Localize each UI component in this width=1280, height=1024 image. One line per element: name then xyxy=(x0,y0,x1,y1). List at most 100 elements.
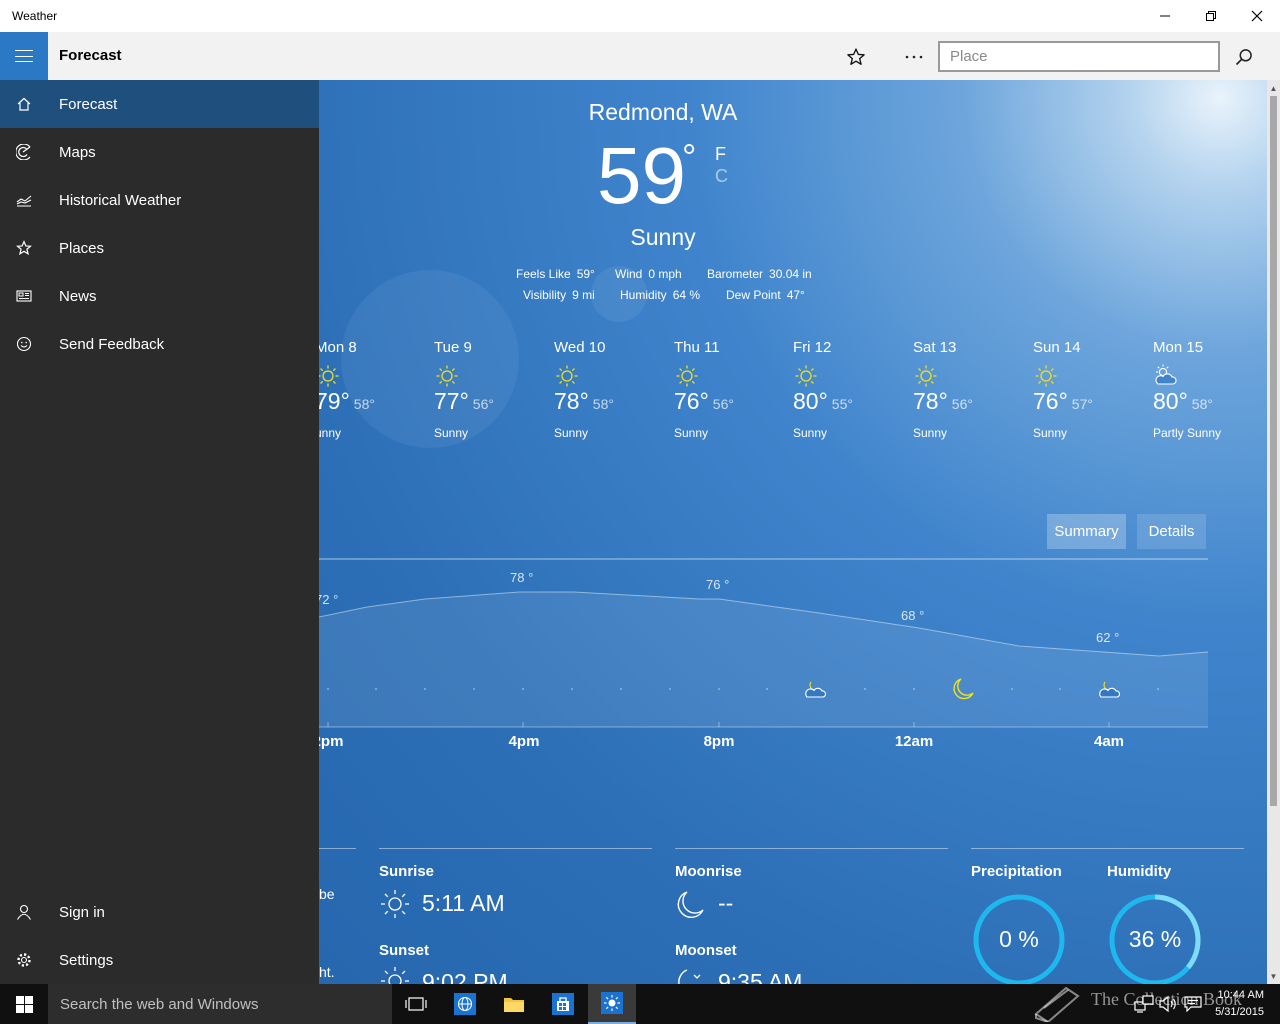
precipitation-label: Precipitation xyxy=(971,863,1062,880)
day-high: 78° 58° xyxy=(554,388,614,414)
smiley-icon xyxy=(0,320,48,368)
daily-forecast-item[interactable]: Fri 12 80° 55° Sunny xyxy=(793,339,903,440)
store-icon xyxy=(552,993,574,1015)
hourly-temp-label: 76 ° xyxy=(706,577,730,592)
place-search-input[interactable] xyxy=(938,41,1220,72)
task-view-icon xyxy=(405,997,427,1011)
scroll-up-arrow-icon[interactable]: ▲ xyxy=(1267,80,1280,96)
taskbar-browser-app[interactable] xyxy=(441,984,489,1024)
section-divider xyxy=(319,848,356,849)
humidity-label: Humidity xyxy=(1107,863,1172,880)
start-button[interactable] xyxy=(0,984,48,1024)
page-title: Forecast xyxy=(59,47,122,64)
sunset-time: 9:02 PM xyxy=(422,969,508,984)
day-low: 58° xyxy=(592,396,614,412)
taskbar: The Collection Book 10:44 AM 5/31/2015 xyxy=(0,984,1280,1024)
clock-time[interactable]: 10:44 AM xyxy=(1200,989,1264,1001)
daily-forecast-item[interactable]: Mon 15 80° 58° Partly Sunny xyxy=(1153,339,1263,440)
volume-icon[interactable] xyxy=(1158,995,1178,1013)
stat-dew-point: Dew Point 47° xyxy=(726,288,805,302)
nav-label: Send Feedback xyxy=(59,335,165,353)
close-button[interactable] xyxy=(1234,0,1280,32)
more-icon xyxy=(905,55,923,59)
nav-label: Sign in xyxy=(59,903,105,921)
scrollbar-thumb[interactable] xyxy=(1270,96,1277,806)
scroll-down-arrow-icon[interactable]: ▼ xyxy=(1267,968,1280,984)
navigation-pane: Forecast Maps Historical Weather Places … xyxy=(0,80,319,984)
sunset-icon xyxy=(381,967,409,984)
day-low: 58° xyxy=(353,396,375,412)
day-condition: Sunny xyxy=(1033,426,1068,440)
task-view-button[interactable] xyxy=(392,984,440,1024)
nav-item-settings[interactable]: Settings xyxy=(0,936,319,984)
window-title: Weather xyxy=(12,9,58,23)
daily-forecast-item[interactable]: Thu 11 76° 56° Sunny xyxy=(674,339,784,440)
daily-forecast-item[interactable]: Sat 13 78° 56° Sunny xyxy=(913,339,1023,440)
more-button[interactable] xyxy=(899,42,929,72)
taskbar-file-explorer-app[interactable] xyxy=(490,984,538,1024)
search-button[interactable] xyxy=(1229,42,1259,72)
nav-item-sign-in[interactable]: Sign in xyxy=(0,888,319,936)
stat-wind: Wind 0 mph xyxy=(615,267,682,281)
sun-icon xyxy=(1035,365,1057,387)
clock-date[interactable]: 5/31/2015 xyxy=(1200,1006,1264,1018)
nav-item-historical-weather[interactable]: Historical Weather xyxy=(0,176,319,224)
tab-summary[interactable]: Summary xyxy=(1047,514,1126,549)
nav-item-forecast[interactable]: Forecast xyxy=(0,80,319,128)
taskbar-store-app[interactable] xyxy=(539,984,587,1024)
hourly-area xyxy=(319,592,1208,727)
partly-sunny-icon xyxy=(1155,364,1177,385)
minimize-icon xyxy=(1160,15,1170,17)
tab-details[interactable]: Details xyxy=(1137,514,1206,549)
title-bar: Weather xyxy=(0,0,1280,32)
day-condition: Sunny xyxy=(674,426,709,440)
day-low: 57° xyxy=(1071,396,1093,412)
hourly-time-label: 2pm xyxy=(319,733,344,750)
nav-item-maps[interactable]: Maps xyxy=(0,128,319,176)
day-high: 80° 58° xyxy=(1153,388,1213,414)
vertical-scrollbar[interactable]: ▲ ▼ xyxy=(1267,80,1280,984)
nav-item-send-feedback[interactable]: Send Feedback xyxy=(0,320,319,368)
star-outline-icon xyxy=(847,48,865,65)
section-divider xyxy=(971,848,1244,849)
day-high: 76° 57° xyxy=(1033,388,1093,414)
hourly-temp-label: 68 ° xyxy=(901,608,925,623)
forecast-content: Redmond, WA 59 ° F C Sunny Feels Like 59°… xyxy=(319,80,1267,984)
nav-label: Settings xyxy=(59,951,114,969)
minimize-button[interactable] xyxy=(1142,0,1188,32)
nav-label: Forecast xyxy=(59,95,118,113)
unit-celsius-toggle[interactable]: C xyxy=(715,166,728,187)
daily-forecast-item[interactable]: Tue 9 77° 56° Sunny xyxy=(434,339,544,440)
nav-label: Historical Weather xyxy=(59,191,182,209)
taskbar-search-input[interactable] xyxy=(48,984,392,1024)
nav-item-news[interactable]: News xyxy=(0,272,319,320)
daily-forecast-item[interactable]: Sun 14 76° 57° Sunny xyxy=(1033,339,1143,440)
favorite-button[interactable] xyxy=(841,42,871,72)
moonset-icon xyxy=(678,969,701,984)
background-bubble xyxy=(341,270,519,448)
current-condition: Sunny xyxy=(630,224,696,250)
degree-symbol: ° xyxy=(682,136,697,177)
sun-icon xyxy=(915,365,937,387)
sun-icon xyxy=(556,365,578,387)
daily-forecast-item[interactable]: Wed 10 78° 58° Sunny xyxy=(554,339,664,440)
folder-icon xyxy=(504,998,524,1012)
unit-fahrenheit-toggle[interactable]: F xyxy=(715,144,726,165)
sunrise-time: 5:11 AM xyxy=(422,890,505,916)
gear-icon xyxy=(0,936,48,984)
day-name: Mon 8 xyxy=(319,339,357,356)
taskbar-weather-app[interactable] xyxy=(588,984,636,1024)
restore-icon xyxy=(1206,11,1216,21)
hourly-temp-label: 78 ° xyxy=(510,570,534,585)
hamburger-button[interactable] xyxy=(0,32,48,80)
maximize-button[interactable] xyxy=(1188,0,1234,32)
network-icon[interactable] xyxy=(1134,995,1154,1013)
stat-visibility: Visibility 9 mi xyxy=(523,288,595,302)
daily-forecast-item[interactable]: Mon 8 79°58° unny xyxy=(319,339,425,440)
clipped-text: be xyxy=(319,886,335,902)
day-low: 55° xyxy=(831,396,853,412)
day-condition: unny xyxy=(319,426,342,440)
hourly-time-label: 12am xyxy=(894,733,934,750)
sun-icon xyxy=(676,365,698,387)
nav-item-places[interactable]: Places xyxy=(0,224,319,272)
